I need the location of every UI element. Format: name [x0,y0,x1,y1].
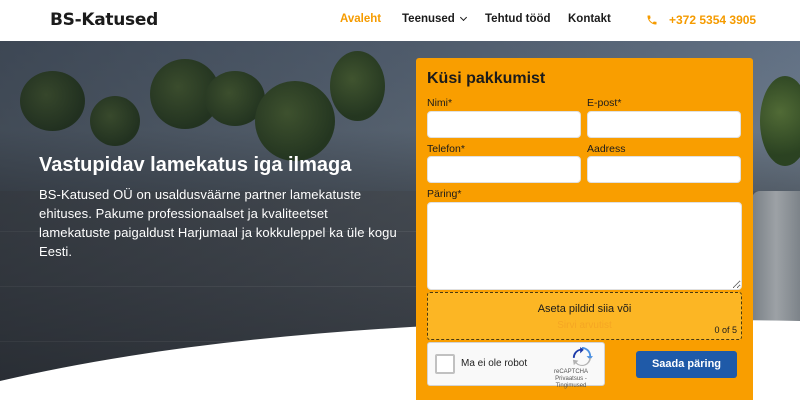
recaptcha-widget: Ma ei ole robot reCAPTCHA Privaatsus - T… [427,342,605,389]
browse-link[interactable]: Sirvi arvutist [428,320,741,331]
address-field[interactable] [587,156,741,183]
form-title: Küsi pakkumist [427,70,546,87]
submit-button[interactable]: Saada päring [636,351,737,378]
recaptcha-checkbox[interactable] [435,354,455,374]
phone-link[interactable]: +372 5354 3905 [669,13,756,27]
logo[interactable]: BS-Katused [50,10,158,30]
quote-form: Küsi pakkumist Nimi* E-post* Telefon* Aa… [416,58,753,400]
hero-title: Vastupidav lamekatus iga ilmaga [39,154,352,176]
email-field[interactable] [587,111,741,138]
hero-description: BS-Katused OÜ on usaldusväärne partner l… [39,187,397,259]
name-field[interactable] [427,111,581,138]
recaptcha-brand-text: reCAPTCHA [553,369,588,375]
inquiry-textarea[interactable] [427,202,742,290]
nav-item-kontakt[interactable]: Kontakt [568,13,611,25]
recaptcha-label: Ma ei ole robot [461,358,528,369]
phone-icon [647,15,657,25]
email-label: E-post* [587,97,622,109]
nav-item-teenused[interactable]: Teenused [402,13,467,25]
phone-label: Telefon* [427,143,465,155]
site-header: BS-Katused Avaleht Teenused Tehtud tööd … [0,0,800,41]
file-count: 0 of 5 [714,325,737,335]
dropzone-text: Aseta pildid siia või [537,303,632,315]
name-label: Nimi* [427,97,453,109]
nav-item-avaleht[interactable]: Avaleht [340,13,381,25]
inquiry-label: Päring* [427,188,462,200]
recaptcha-logo-icon [572,347,593,367]
recaptcha-links[interactable]: Privaatsus - Tingimused [540,376,602,390]
chevron-down-icon [459,13,467,22]
image-dropzone[interactable]: Aseta pildid siia või Sirvi arvutist 0 o… [427,292,742,340]
nav-item-tehtud-tood[interactable]: Tehtud tööd [485,13,551,25]
address-label: Aadress [587,143,626,155]
nav-item-label: Teenused [402,13,455,25]
recaptcha-brand: reCAPTCHA Privaatsus - Tingimused [540,369,602,390]
phone-field[interactable] [427,156,581,183]
